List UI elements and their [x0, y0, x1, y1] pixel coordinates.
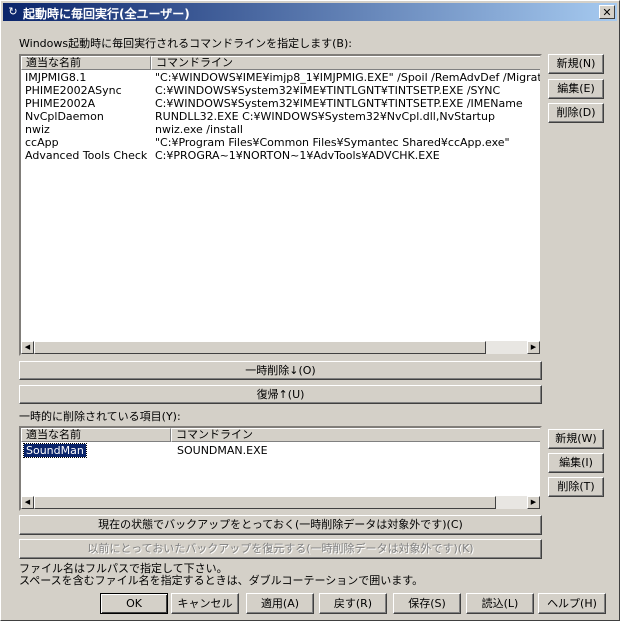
help-button[interactable]: ヘルプ(H)	[538, 593, 606, 614]
scroll-right-button[interactable]: ▶	[527, 496, 540, 509]
backup-save-button[interactable]: 現在の状態でバックアップをとっておく(一時削除データは対象外です)(C)	[19, 515, 542, 535]
item-name: IMJPMIG8.1	[25, 71, 87, 84]
cancel-button[interactable]: キャンセル	[171, 593, 239, 614]
scroll-thumb[interactable]	[34, 341, 486, 354]
item-name: PHIME2002A	[25, 97, 96, 110]
column-header-command[interactable]: コマンドライン	[151, 56, 540, 70]
startup-new-button[interactable]: 新規(N)	[548, 54, 604, 74]
close-button[interactable]: ✕	[599, 5, 615, 19]
startup-list[interactable]: 適当な名前 コマンドライン IMJPMIG8.1 "C:¥WINDOWS¥IME…	[19, 54, 542, 356]
startup-edit-button[interactable]: 編集(E)	[548, 79, 604, 99]
item-command: C:¥PROGRA~1¥NORTON~1¥AdvTools¥ADVCHK.EXE	[155, 149, 440, 162]
item-command: "C:¥WINDOWS¥IME¥imjp8_1¥IMJPMIG.EXE" /Sp…	[155, 71, 542, 84]
revert-button[interactable]: 戻す(R)	[319, 593, 387, 614]
arrow-right-icon: ▶	[530, 343, 537, 351]
item-name: PHIME2002ASync	[25, 84, 122, 97]
item-command: SOUNDMAN.EXE	[177, 444, 268, 457]
ok-button[interactable]: OK	[100, 593, 168, 614]
deleted-list[interactable]: 適当な名前 コマンドライン SoundMan SOUNDMAN.EXE ◀ ▶	[19, 426, 542, 511]
temp-delete-button[interactable]: 一時削除↓(O)	[19, 361, 542, 380]
close-icon: ✕	[602, 6, 612, 19]
item-name: NvCplDaemon	[25, 110, 104, 123]
item-command: nwiz.exe /install	[155, 123, 243, 136]
deleted-edit-button[interactable]: 編集(I)	[548, 453, 604, 473]
deleted-delete-button[interactable]: 削除(T)	[548, 477, 604, 497]
save-button[interactable]: 保存(S)	[393, 593, 461, 614]
startup-delete-button[interactable]: 削除(D)	[548, 103, 604, 123]
item-command: C:¥WINDOWS¥System32¥IME¥TINTLGNT¥TINTSET…	[155, 97, 523, 110]
backup-restore-button[interactable]: 以前にとっておいたバックアップを復元する(一時削除データは対象外です)(K)	[19, 539, 542, 559]
item-command: "C:¥Program Files¥Common Files¥Symantec …	[155, 136, 510, 149]
startup-list-label: Windows起動時に毎回実行されるコマンドラインを指定します(B):	[19, 37, 352, 50]
arrow-left-icon: ◀	[24, 498, 31, 506]
startup-list-hscrollbar[interactable]: ◀ ▶	[21, 341, 540, 354]
restore-button[interactable]: 復帰↑(U)	[19, 385, 542, 404]
deleted-list-hscrollbar[interactable]: ◀ ▶	[21, 496, 540, 509]
window-title: 起動時に毎回実行(全ユーザー)	[23, 7, 190, 21]
note-quotes: スペースを含むファイル名を指定するときは、ダブルコーテーションで囲います。	[19, 574, 424, 587]
deleted-new-button[interactable]: 新規(W)	[548, 429, 604, 449]
item-command: RUNDLL32.EXE C:¥WINDOWS¥System32¥NvCpl.d…	[155, 110, 495, 123]
scroll-left-button[interactable]: ◀	[21, 341, 34, 354]
arrow-right-icon: ▶	[530, 498, 537, 506]
deleted-list-label: 一時的に削除されている項目(Y):	[19, 410, 181, 423]
arrow-left-icon: ◀	[24, 343, 31, 351]
column-header-name[interactable]: 適当な名前	[21, 428, 171, 442]
load-button[interactable]: 読込(L)	[466, 593, 534, 614]
app-icon: ↻	[8, 5, 18, 18]
apply-button[interactable]: 適用(A)	[246, 593, 314, 614]
item-name: SoundMan	[23, 443, 87, 458]
item-name: ccApp	[25, 136, 59, 149]
scroll-left-button[interactable]: ◀	[21, 496, 34, 509]
title-bar[interactable]: ↻ 起動時に毎回実行(全ユーザー) ✕	[3, 3, 617, 21]
scroll-thumb[interactable]	[34, 496, 496, 509]
column-header-name[interactable]: 適当な名前	[21, 56, 151, 70]
item-name: Advanced Tools Check	[25, 149, 148, 162]
column-header-command[interactable]: コマンドライン	[171, 428, 540, 442]
scroll-right-button[interactable]: ▶	[527, 341, 540, 354]
item-name: nwiz	[25, 123, 50, 136]
item-command: C:¥WINDOWS¥System32¥IME¥TINTLGNT¥TINTSET…	[155, 84, 501, 97]
dialog-window: ↻ 起動時に毎回実行(全ユーザー) ✕ Windows起動時に毎回実行されるコマ…	[0, 0, 620, 621]
